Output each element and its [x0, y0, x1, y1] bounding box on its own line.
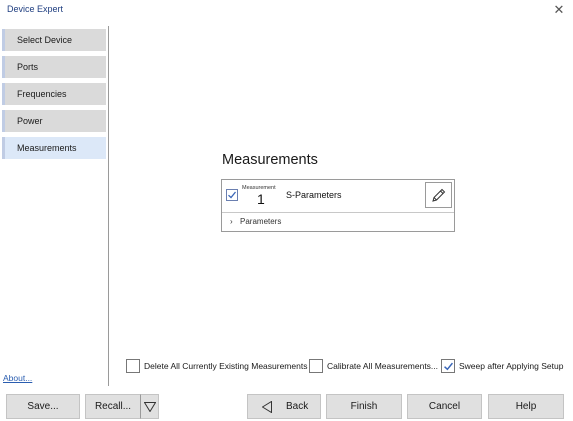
- measurement-card: Measurement 1 S-Parameters › Parameters: [221, 179, 455, 232]
- parameters-label: Parameters: [240, 217, 282, 226]
- edit-measurement-button[interactable]: [425, 182, 452, 208]
- sweep-after-setup-checkbox[interactable]: [441, 359, 455, 373]
- measurement-row: Measurement 1 S-Parameters: [222, 180, 454, 212]
- back-button-label: Back: [286, 401, 309, 412]
- recall-dropdown-button[interactable]: [140, 394, 159, 419]
- sidebar: Select Device Ports Frequencies Power Me…: [0, 26, 109, 386]
- sidebar-item-label: Frequencies: [17, 89, 67, 99]
- measurement-name: S-Parameters: [286, 190, 342, 200]
- sidebar-item-label: Ports: [17, 62, 39, 72]
- checkmark-icon: [444, 362, 453, 371]
- measurement-checkbox[interactable]: [226, 189, 238, 201]
- recall-button[interactable]: Recall...: [85, 394, 141, 419]
- cancel-button[interactable]: Cancel: [407, 394, 482, 419]
- cancel-button-label: Cancel: [428, 401, 461, 412]
- sidebar-item-label: Power: [17, 116, 43, 126]
- finish-button[interactable]: Finish: [326, 394, 402, 419]
- about-link[interactable]: About...: [3, 373, 32, 383]
- pencil-icon: [432, 188, 446, 202]
- calibrate-measurements-checkbox[interactable]: [309, 359, 323, 373]
- finish-button-label: Finish: [350, 401, 378, 412]
- save-button-label: Save...: [27, 401, 59, 412]
- triangle-down-icon: [144, 402, 156, 412]
- page-title: Measurements: [222, 152, 318, 168]
- recall-button-label: Recall...: [94, 401, 132, 412]
- help-button-label: Help: [515, 401, 537, 412]
- calibrate-measurements-label: Calibrate All Measurements...: [327, 361, 439, 371]
- chevron-right-icon: ›: [230, 217, 233, 226]
- sidebar-item-label: Measurements: [17, 143, 77, 153]
- sidebar-item-ports[interactable]: Ports: [2, 56, 106, 78]
- sidebar-item-measurements[interactable]: Measurements: [2, 137, 106, 159]
- save-button[interactable]: Save...: [6, 394, 80, 419]
- close-icon[interactable]: ✕: [551, 2, 567, 18]
- back-button[interactable]: Back: [247, 394, 321, 419]
- help-button[interactable]: Help: [488, 394, 564, 419]
- sidebar-item-power[interactable]: Power: [2, 110, 106, 132]
- sweep-after-setup-label: Sweep after Applying Setup: [459, 361, 564, 371]
- delete-measurements-label: Delete All Currently Existing Measuremen…: [144, 361, 308, 371]
- measurement-number: 1: [257, 191, 265, 207]
- triangle-left-icon: [262, 401, 272, 413]
- sidebar-item-frequencies[interactable]: Frequencies: [2, 83, 106, 105]
- delete-measurements-checkbox[interactable]: [126, 359, 140, 373]
- parameters-expander[interactable]: › Parameters: [222, 212, 454, 232]
- sidebar-item-select-device[interactable]: Select Device: [2, 29, 106, 51]
- checkmark-icon: [228, 191, 236, 199]
- window-title: Device Expert: [7, 4, 64, 14]
- title-bar: Device Expert ✕: [0, 0, 573, 22]
- sidebar-item-label: Select Device: [17, 35, 73, 45]
